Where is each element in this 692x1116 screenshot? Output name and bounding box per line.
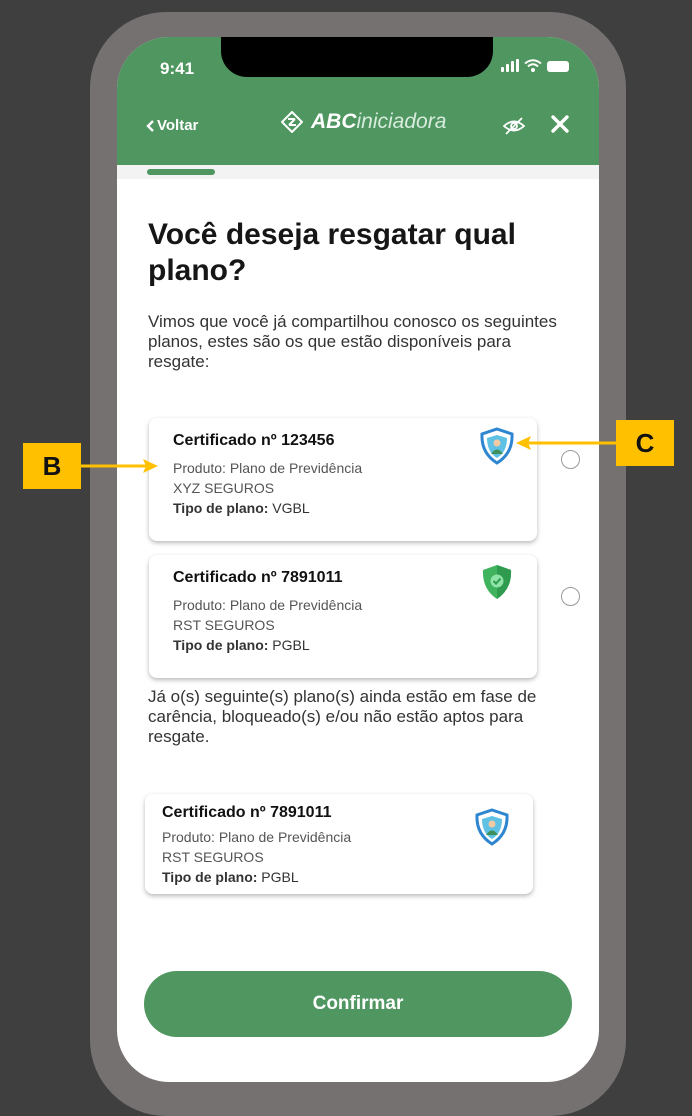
plan-certificate: Certificado nº 7891011: [162, 804, 332, 821]
plan-insurer: RST SEGUROS: [173, 617, 275, 633]
progress-indicator: [147, 169, 215, 175]
plan-insurer: RST SEGUROS: [162, 849, 264, 865]
annotation-b-label: B: [23, 443, 81, 489]
close-icon[interactable]: [549, 113, 571, 135]
back-label: Voltar: [157, 117, 199, 134]
page-title: Você deseja resgatar qual plano?: [148, 218, 516, 287]
plan-type-label: Tipo de plano:: [173, 500, 269, 516]
ineligible-plan-card: Certificado nº 7891011 Produto: Plano de…: [145, 794, 533, 894]
brand-name-light: iniciadora: [356, 110, 447, 133]
brand-name-bold: ABC: [311, 110, 357, 133]
signal-icon: [501, 59, 519, 72]
intro-text: Vimos que você já compartilhou conosco o…: [148, 312, 557, 371]
ineligible-notice: Já o(s) seguinte(s) plano(s) ainda estão…: [148, 687, 537, 746]
phone-screen: 9:41 Voltar ABCiniciadora Você deseja re…: [117, 37, 599, 1082]
plan-radio-button[interactable]: [561, 587, 580, 606]
wifi-icon: [524, 59, 542, 72]
plan-type: Tipo de plano: PGBL: [173, 637, 310, 653]
brand-logo: ABCiniciadora: [281, 110, 446, 134]
plan-type: Tipo de plano: PGBL: [162, 869, 299, 885]
plan-certificate: Certificado nº 7891011: [173, 569, 343, 586]
confirm-button[interactable]: Confirmar: [144, 971, 572, 1037]
back-button[interactable]: Voltar: [145, 117, 198, 134]
brand-logo-icon: [281, 111, 303, 133]
plan-card[interactable]: Certificado nº 7891011 Produto: Plano de…: [149, 555, 537, 678]
plan-type: Tipo de plano: VGBL: [173, 500, 310, 516]
plan-product: Produto: Plano de Previdência: [173, 460, 363, 476]
brand-name: ABCiniciadora: [311, 110, 446, 134]
plan-type-label: Tipo de plano:: [173, 637, 269, 653]
status-icons: [501, 59, 569, 72]
plan-product: Produto: Plano de Previdência: [173, 597, 363, 613]
plan-card[interactable]: Certificado nº 123456 Produto: Plano de …: [149, 418, 537, 541]
plan-type-value: PGBL: [261, 869, 299, 885]
plan-product: Produto: Plano de Previdência: [162, 829, 352, 845]
app-header: 9:41 Voltar ABCiniciadora: [117, 37, 599, 165]
chevron-left-icon: [146, 119, 154, 132]
annotation-b-arrow: [80, 459, 158, 473]
annotation-c-arrow: [516, 436, 618, 450]
status-time: 9:41: [160, 59, 195, 78]
plan-insurer: XYZ SEGUROS: [173, 480, 275, 496]
battery-icon: [547, 61, 569, 72]
plan-type-label: Tipo de plano:: [162, 869, 258, 885]
shield-check-icon: [482, 565, 512, 599]
shield-person-icon: [480, 427, 514, 465]
phone-notch: [221, 37, 493, 77]
eye-slash-icon[interactable]: [502, 117, 526, 135]
plan-type-value: VGBL: [272, 500, 310, 516]
shield-person-icon: [475, 808, 509, 846]
plan-certificate: Certificado nº 123456: [173, 432, 335, 449]
plan-type-value: PGBL: [272, 637, 310, 653]
annotation-c-label: C: [616, 420, 674, 466]
